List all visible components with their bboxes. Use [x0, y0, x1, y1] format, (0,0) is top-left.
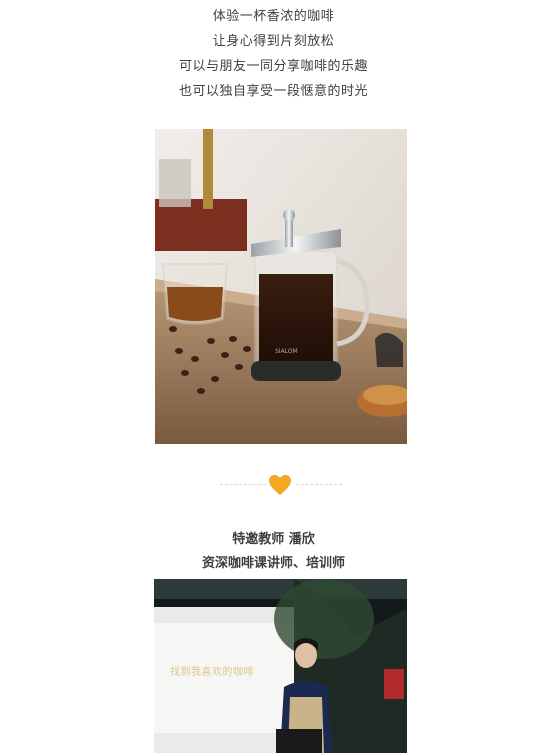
intro-line: 让身心得到片刻放松 [212, 34, 335, 49]
screen-projection-text: 找到我喜欢的咖啡 [170, 667, 254, 678]
intro-line: 体验一杯香浓的咖啡 [212, 9, 335, 24]
divider-line-left [220, 484, 266, 485]
teacher-photo: 找到我喜欢的咖啡 [154, 579, 407, 753]
teacher-title: 资深咖啡课讲师、培训师 [201, 556, 345, 571]
section-divider [0, 470, 547, 500]
kettle-brand-label: SIALOM [275, 348, 298, 355]
intro-text-block: 体验一杯香浓的咖啡 让身心得到片刻放松 可以与朋友一同分享咖啡的乐趣 也可以独自… [0, 4, 547, 104]
teacher-name: 特邀教师 潘欣 [232, 532, 315, 547]
french-press-illustration: SIALOM [155, 129, 407, 444]
intro-line: 可以与朋友一同分享咖啡的乐趣 [178, 59, 368, 74]
french-press-photo: SIALOM [155, 129, 407, 444]
intro-line: 也可以独自享受一段惬意的时光 [178, 84, 368, 99]
divider-line-right [296, 484, 342, 485]
article-page: 体验一杯香浓的咖啡 让身心得到片刻放松 可以与朋友一同分享咖啡的乐趣 也可以独自… [0, 0, 547, 753]
heart-icon [269, 475, 291, 495]
teacher-info: 特邀教师 潘欣 资深咖啡课讲师、培训师 [0, 528, 547, 576]
